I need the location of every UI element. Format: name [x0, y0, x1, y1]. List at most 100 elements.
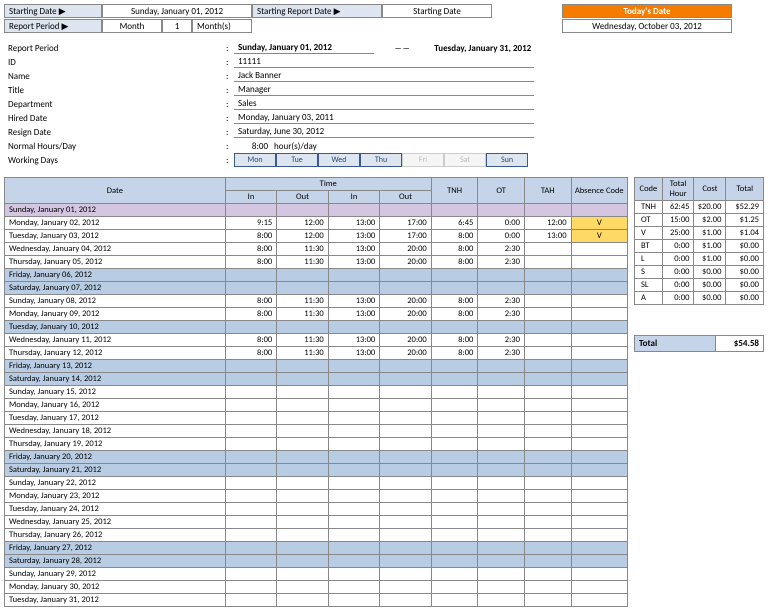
time-cell[interactable]: 20:00	[380, 334, 432, 347]
time-cell[interactable]	[328, 204, 380, 217]
time-cell[interactable]	[277, 477, 329, 490]
absence-cell[interactable]	[571, 282, 627, 295]
time-cell[interactable]: 11:30	[277, 347, 329, 360]
time-cell[interactable]: 12:00	[277, 230, 329, 243]
absence-cell[interactable]	[571, 581, 627, 594]
absence-cell[interactable]	[571, 412, 627, 425]
time-cell[interactable]	[380, 490, 432, 503]
time-cell[interactable]: 13:00	[328, 217, 380, 230]
absence-cell[interactable]	[571, 555, 627, 568]
day-sun[interactable]: Sun	[486, 153, 528, 167]
time-cell[interactable]	[380, 542, 432, 555]
time-cell[interactable]	[328, 269, 380, 282]
time-cell[interactable]: 9:15	[225, 217, 277, 230]
time-cell[interactable]	[225, 542, 277, 555]
time-cell[interactable]	[277, 373, 329, 386]
time-cell[interactable]	[328, 360, 380, 373]
absence-cell[interactable]: V	[571, 217, 627, 230]
time-cell[interactable]: 11:30	[277, 256, 329, 269]
time-cell[interactable]: 13:00	[328, 308, 380, 321]
time-cell[interactable]: 20:00	[380, 243, 432, 256]
time-cell[interactable]	[380, 373, 432, 386]
time-cell[interactable]: 13:00	[328, 243, 380, 256]
absence-cell[interactable]	[571, 204, 627, 217]
time-cell[interactable]	[328, 438, 380, 451]
absence-cell[interactable]	[571, 542, 627, 555]
absence-cell[interactable]	[571, 451, 627, 464]
absence-cell[interactable]	[571, 490, 627, 503]
time-cell[interactable]	[225, 477, 277, 490]
time-cell[interactable]	[380, 464, 432, 477]
time-cell[interactable]	[277, 204, 329, 217]
time-cell[interactable]: 8:00	[225, 308, 277, 321]
time-cell[interactable]: 17:00	[380, 217, 432, 230]
time-cell[interactable]	[277, 269, 329, 282]
report-period-unit[interactable]: Month	[102, 19, 162, 33]
time-cell[interactable]	[277, 594, 329, 607]
time-cell[interactable]	[328, 516, 380, 529]
time-cell[interactable]	[380, 581, 432, 594]
absence-cell[interactable]	[571, 308, 627, 321]
time-cell[interactable]	[277, 542, 329, 555]
absence-cell[interactable]: V	[571, 230, 627, 243]
time-cell[interactable]	[380, 594, 432, 607]
absence-cell[interactable]	[571, 425, 627, 438]
time-cell[interactable]	[225, 503, 277, 516]
time-cell[interactable]	[225, 282, 277, 295]
time-cell[interactable]	[277, 321, 329, 334]
time-cell[interactable]	[380, 386, 432, 399]
absence-cell[interactable]	[571, 516, 627, 529]
time-cell[interactable]	[328, 425, 380, 438]
time-cell[interactable]	[225, 399, 277, 412]
report-period-n[interactable]: 1	[162, 19, 192, 33]
time-cell[interactable]	[380, 529, 432, 542]
time-cell[interactable]	[225, 568, 277, 581]
time-cell[interactable]	[225, 451, 277, 464]
time-cell[interactable]	[328, 412, 380, 425]
time-cell[interactable]	[328, 594, 380, 607]
time-cell[interactable]	[277, 399, 329, 412]
time-cell[interactable]	[225, 490, 277, 503]
time-cell[interactable]: 13:00	[328, 295, 380, 308]
time-cell[interactable]	[277, 555, 329, 568]
time-cell[interactable]	[328, 490, 380, 503]
time-cell[interactable]: 8:00	[225, 334, 277, 347]
time-cell[interactable]	[225, 373, 277, 386]
time-cell[interactable]: 13:00	[328, 230, 380, 243]
absence-cell[interactable]	[571, 386, 627, 399]
time-cell[interactable]	[277, 412, 329, 425]
time-cell[interactable]	[277, 464, 329, 477]
time-cell[interactable]	[277, 451, 329, 464]
time-cell[interactable]	[328, 477, 380, 490]
time-cell[interactable]	[225, 269, 277, 282]
time-cell[interactable]	[328, 321, 380, 334]
time-cell[interactable]: 13:00	[328, 334, 380, 347]
time-cell[interactable]	[277, 438, 329, 451]
absence-cell[interactable]	[571, 295, 627, 308]
time-cell[interactable]: 20:00	[380, 256, 432, 269]
time-cell[interactable]	[225, 321, 277, 334]
absence-cell[interactable]	[571, 464, 627, 477]
absence-cell[interactable]	[571, 503, 627, 516]
time-cell[interactable]	[225, 529, 277, 542]
time-cell[interactable]	[277, 503, 329, 516]
time-cell[interactable]	[328, 373, 380, 386]
time-cell[interactable]	[380, 451, 432, 464]
time-cell[interactable]: 11:30	[277, 308, 329, 321]
time-cell[interactable]	[328, 555, 380, 568]
time-cell[interactable]: 13:00	[328, 256, 380, 269]
starting-date-value[interactable]: Sunday, January 01, 2012	[102, 4, 252, 18]
time-cell[interactable]	[277, 425, 329, 438]
time-cell[interactable]	[380, 568, 432, 581]
day-sat[interactable]: Sat	[444, 153, 486, 167]
time-cell[interactable]: 8:00	[225, 230, 277, 243]
time-cell[interactable]	[380, 516, 432, 529]
time-cell[interactable]: 11:30	[277, 243, 329, 256]
time-cell[interactable]	[380, 204, 432, 217]
time-cell[interactable]	[225, 464, 277, 477]
absence-cell[interactable]	[571, 373, 627, 386]
absence-cell[interactable]	[571, 347, 627, 360]
day-thu[interactable]: Thu	[360, 153, 402, 167]
time-cell[interactable]	[277, 516, 329, 529]
time-cell[interactable]: 8:00	[225, 243, 277, 256]
